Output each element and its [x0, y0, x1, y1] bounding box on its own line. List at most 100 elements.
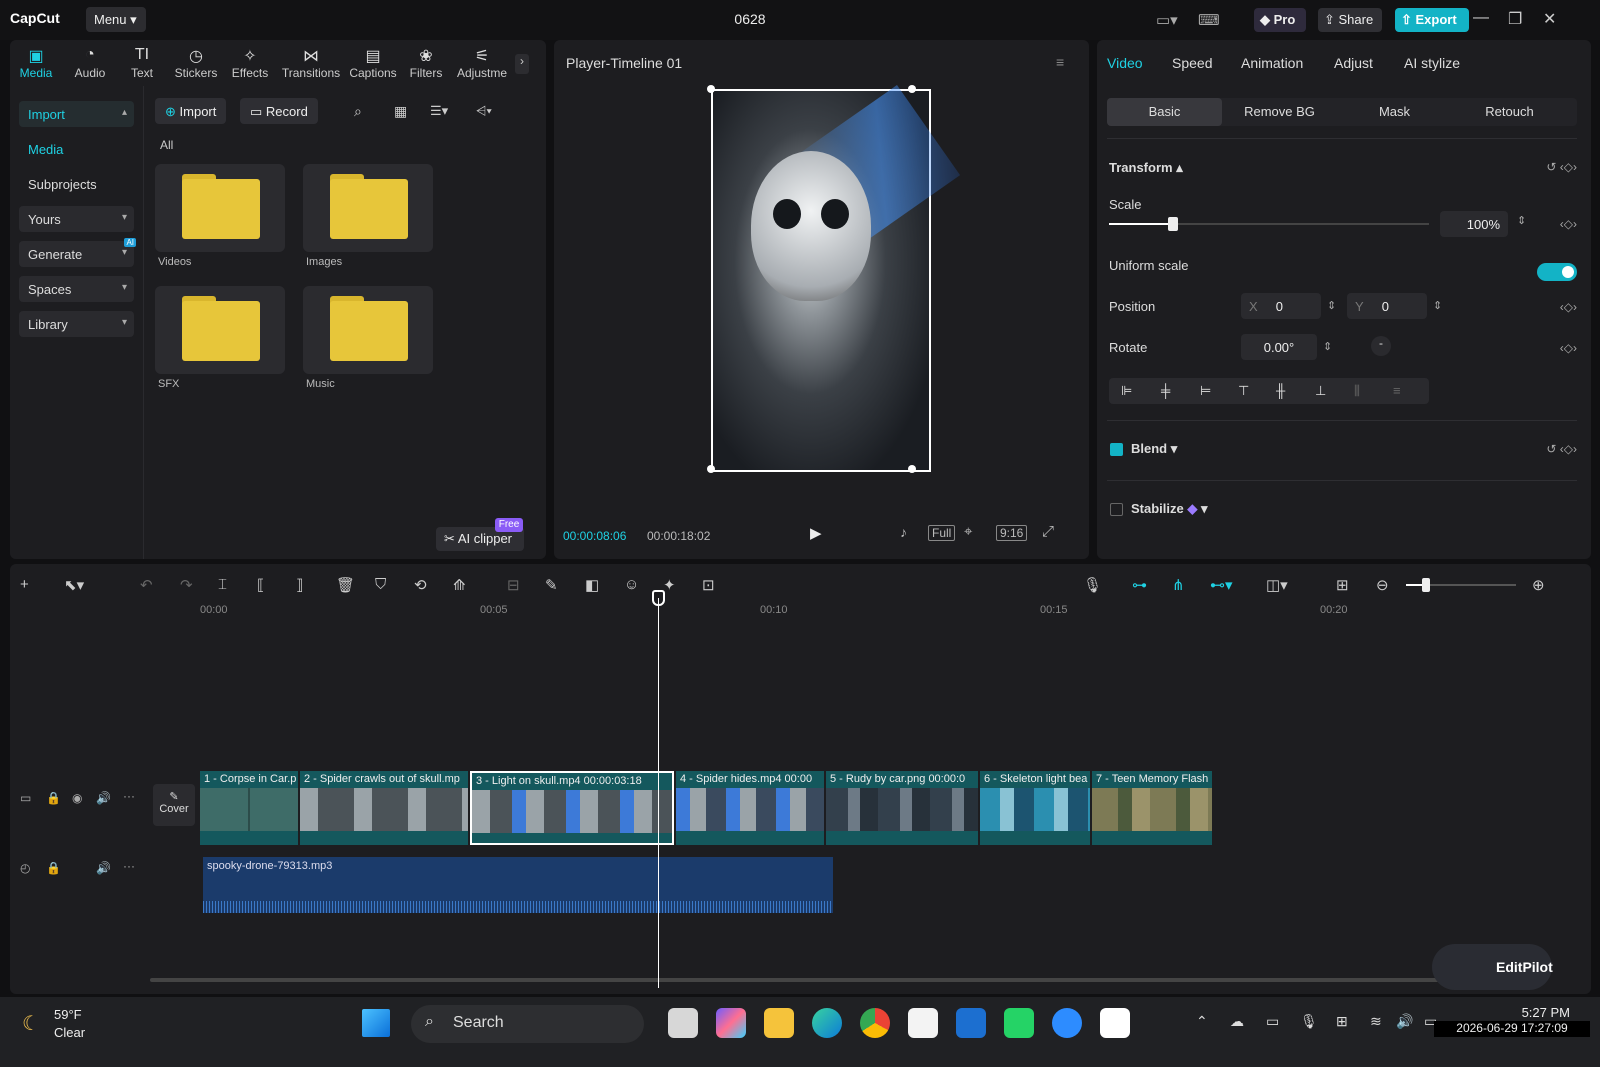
- maximize-icon[interactable]: ❐: [1508, 9, 1522, 29]
- clip-7[interactable]: 7 - Teen Memory Flash: [1092, 771, 1212, 845]
- redo-icon[interactable]: ↷: [180, 576, 193, 594]
- share-button[interactable]: ⇪ Share: [1318, 8, 1382, 32]
- mic-tray-icon[interactable]: 🎙: [1300, 1013, 1318, 1030]
- more-icon[interactable]: ···: [123, 789, 135, 803]
- grid-view-icon[interactable]: ▦: [394, 103, 407, 120]
- taskbar-clock[interactable]: 5:27 PM: [1470, 1005, 1570, 1020]
- align-left-icon[interactable]: ⊫: [1121, 383, 1132, 399]
- track-audio-icon[interactable]: ◴: [20, 861, 30, 875]
- reset-keyframe-icons[interactable]: ↺ ‹◇›: [1546, 442, 1577, 456]
- scale-slider-knob[interactable]: [1168, 217, 1178, 231]
- resize-handle[interactable]: [707, 465, 715, 473]
- keyframe-icon[interactable]: ‹◇›: [1560, 300, 1577, 314]
- tab-ai-stylize[interactable]: AI stylize: [1404, 55, 1460, 71]
- keyframe-icon[interactable]: ‹◇›: [1560, 217, 1577, 231]
- tab-captions[interactable]: ▤ Captions: [346, 46, 400, 80]
- sidebar-item-library[interactable]: Library ▾: [19, 311, 134, 337]
- sort-icon[interactable]: ☰▾: [430, 103, 448, 119]
- pro-button[interactable]: ◆ Pro: [1254, 8, 1306, 32]
- microphone-icon[interactable]: 🎙: [1083, 576, 1102, 594]
- rotate-input[interactable]: 0.00°: [1241, 334, 1317, 360]
- sidebar-item-yours[interactable]: Yours ▾: [19, 206, 134, 232]
- sidebar-item-spaces[interactable]: Spaces ▾: [19, 276, 134, 302]
- subtab-retouch[interactable]: Retouch: [1452, 104, 1567, 119]
- folder-sfx[interactable]: [155, 286, 285, 374]
- folder-music[interactable]: [303, 286, 433, 374]
- record-button[interactable]: ▭ Record: [240, 98, 318, 124]
- auto-snap-icon[interactable]: ⋔: [1172, 576, 1185, 594]
- tab-speed[interactable]: Speed: [1172, 55, 1212, 71]
- zoom-in-icon[interactable]: ⊕: [1532, 576, 1545, 594]
- sidebar-item-import[interactable]: Import ▴: [19, 101, 134, 127]
- caption-icon[interactable]: ⊡: [702, 576, 715, 594]
- scale-slider[interactable]: [1109, 217, 1429, 231]
- lock-icon[interactable]: 🔒: [46, 791, 61, 805]
- zoom-icon[interactable]: [1052, 1008, 1082, 1038]
- marker-icon[interactable]: ⛉: [375, 576, 386, 593]
- sidebar-item-media[interactable]: Media: [19, 136, 134, 162]
- snipping-icon[interactable]: [956, 1008, 986, 1038]
- tray-chevron-icon[interactable]: ⌃: [1196, 1013, 1208, 1030]
- scale-input[interactable]: 100%: [1440, 211, 1508, 237]
- copilot-icon[interactable]: [716, 1008, 746, 1038]
- add-track-icon[interactable]: +: [20, 576, 29, 593]
- blend-checkbox[interactable]: [1110, 443, 1123, 456]
- tabs-next-button[interactable]: ›: [515, 54, 529, 74]
- resize-handle[interactable]: [908, 465, 916, 473]
- folder-images[interactable]: [303, 164, 433, 252]
- clip-6[interactable]: 6 - Skeleton light bea: [980, 771, 1090, 845]
- fit-timeline-icon[interactable]: ⊞: [1336, 576, 1349, 594]
- transform-icon[interactable]: ◧: [585, 576, 599, 594]
- tab-audio[interactable]: ◔ Audio: [70, 46, 110, 80]
- stepper-icon[interactable]: ⇕: [1433, 299, 1442, 312]
- stabilize-header[interactable]: Stabilize ◆ ▾: [1131, 501, 1208, 517]
- volume-icon[interactable]: 🔊: [96, 791, 111, 805]
- stabilize-checkbox[interactable]: [1110, 503, 1123, 516]
- link-icon[interactable]: ⊷▾: [1210, 576, 1233, 594]
- split-right-icon[interactable]: ⟧: [296, 576, 303, 594]
- cover-button[interactable]: ✎ Cover: [153, 784, 195, 826]
- more-icon[interactable]: ···: [123, 859, 135, 873]
- edge-icon[interactable]: [812, 1008, 842, 1038]
- speaker-icon[interactable]: 🔊: [1396, 1013, 1413, 1030]
- tab-media[interactable]: ▣ Media: [16, 46, 56, 80]
- person-icon[interactable]: ☺: [624, 576, 639, 593]
- whatsapp-icon[interactable]: [1004, 1008, 1034, 1038]
- capcut-taskbar-icon[interactable]: [1100, 1008, 1130, 1038]
- position-x-input[interactable]: X 0: [1241, 293, 1321, 319]
- shortcut-icon[interactable]: ⌨: [1198, 11, 1220, 29]
- keyframe-icon[interactable]: ‹◇›: [1560, 341, 1577, 355]
- onedrive-icon[interactable]: ☁: [1230, 1013, 1244, 1030]
- play-icon[interactable]: ▶: [810, 524, 822, 542]
- aspect-ratio-button[interactable]: 9:16: [996, 525, 1028, 541]
- file-explorer-icon[interactable]: [764, 1008, 794, 1038]
- preview-axis-icon[interactable]: ◫▾: [1266, 576, 1288, 594]
- clip-5[interactable]: 5 - Rudy by car.png 00:00:0: [826, 771, 978, 845]
- rotate-dial[interactable]: -: [1371, 336, 1391, 356]
- wifi-icon[interactable]: ≋: [1370, 1013, 1382, 1030]
- stepper-icon[interactable]: ⇕: [1517, 214, 1526, 227]
- delete-icon[interactable]: 🗑: [336, 576, 355, 594]
- resize-handle[interactable]: [707, 85, 715, 93]
- align-right-icon[interactable]: ⊨: [1200, 383, 1211, 399]
- crop-icon[interactable]: ⟲: [414, 576, 427, 594]
- transform-header[interactable]: Transform ▴: [1109, 160, 1183, 176]
- import-button[interactable]: ⊕ Import: [155, 98, 227, 124]
- split-icon[interactable]: ⌶: [218, 576, 227, 593]
- tab-adjustment[interactable]: ⚟ Adjustme: [454, 46, 510, 80]
- resize-handle[interactable]: [908, 85, 916, 93]
- main-track-magnet-icon[interactable]: ⊶: [1132, 576, 1147, 594]
- eye-icon[interactable]: ◉: [72, 791, 82, 805]
- tab-animation[interactable]: Animation: [1241, 55, 1303, 71]
- zoom-out-icon[interactable]: ⊖: [1376, 576, 1389, 594]
- clip-1[interactable]: 1 - Corpse in Car.p: [200, 771, 298, 845]
- folder-videos[interactable]: [155, 164, 285, 252]
- split-left-icon[interactable]: ⟦: [257, 576, 264, 594]
- close-icon[interactable]: ✕: [1543, 9, 1556, 29]
- display-icon[interactable]: ⊞: [1336, 1013, 1348, 1030]
- freeze-icon[interactable]: ⊟: [507, 576, 520, 594]
- align-center-h-icon[interactable]: ╪: [1161, 383, 1170, 398]
- zoom-slider[interactable]: [1406, 578, 1516, 592]
- sidebar-item-generate[interactable]: Generate ▾ AI: [19, 238, 136, 267]
- chrome-icon[interactable]: [860, 1008, 890, 1038]
